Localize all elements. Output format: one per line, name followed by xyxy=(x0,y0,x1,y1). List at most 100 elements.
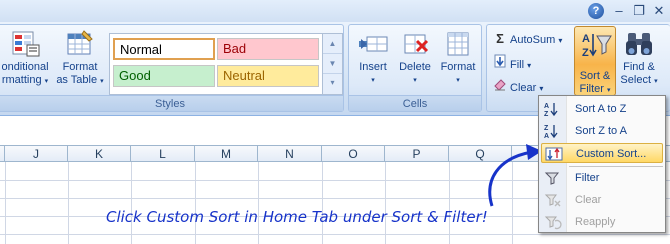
chevron-down-icon: ▾ xyxy=(527,61,532,70)
grid-line xyxy=(68,162,69,244)
delete-label: Delete xyxy=(399,61,431,73)
fill-button[interactable]: Fill ▾ xyxy=(493,54,532,73)
conditional-formatting-label-1: onditional xyxy=(1,61,49,73)
restore-button[interactable]: ❐ xyxy=(630,3,648,19)
grid-line xyxy=(449,162,450,244)
style-bad[interactable]: Bad xyxy=(217,38,319,60)
svg-text:A: A xyxy=(544,103,549,110)
menu-item-clear[interactable]: Clear xyxy=(541,190,663,210)
svg-text:A: A xyxy=(544,133,549,139)
scroll-down-icon[interactable]: ▼ xyxy=(323,54,342,74)
cells-group-label: Cells xyxy=(349,95,481,111)
menu-item-sort-z-to-a[interactable]: ZA Sort Z to A xyxy=(541,121,663,141)
menu-item-custom-sort[interactable]: Custom Sort... xyxy=(541,143,663,163)
column-header-j[interactable]: J xyxy=(5,146,68,162)
insert-cells-icon xyxy=(357,29,389,59)
style-normal[interactable]: Normal xyxy=(113,38,215,60)
chevron-down-icon: ▾ xyxy=(654,78,658,85)
insert-label: Insert xyxy=(359,61,387,73)
chevron-down-icon: ▾ xyxy=(539,84,544,93)
style-neutral[interactable]: Neutral xyxy=(217,65,319,87)
fill-label: Fill xyxy=(510,59,525,71)
menu-separator xyxy=(569,166,663,167)
format-as-table-label-1: Format xyxy=(62,61,98,73)
format-as-table-icon xyxy=(64,29,96,59)
style-good[interactable]: Good xyxy=(113,65,215,87)
chevron-down-icon: ▾ xyxy=(100,78,104,85)
gallery-scrollbar[interactable]: ▲ ▼ ▾ xyxy=(322,34,342,94)
help-button[interactable]: ? xyxy=(588,3,604,19)
minimize-button[interactable]: – xyxy=(610,3,628,19)
fill-down-icon xyxy=(493,54,507,73)
column-header-n[interactable]: N xyxy=(258,146,322,162)
column-header-k[interactable]: K xyxy=(68,146,131,162)
format-label: Format xyxy=(440,61,476,73)
clear-button[interactable]: Clear ▾ xyxy=(493,77,544,96)
clear-filter-icon xyxy=(543,192,563,208)
conditional-formatting-icon xyxy=(9,29,41,59)
menu-label: Custom Sort... xyxy=(576,148,647,160)
svg-text:A: A xyxy=(582,33,590,45)
column-header-p[interactable]: P xyxy=(385,146,449,162)
format-cells-icon xyxy=(442,29,474,59)
cell-styles-gallery: Normal Bad Good Neutral ▲ ▼ ▾ xyxy=(109,33,343,95)
autosum-icon: Σ xyxy=(496,31,504,46)
sort-ascending-icon: AZ xyxy=(543,101,563,118)
clear-label: Clear xyxy=(510,82,537,94)
grid-line xyxy=(131,162,132,244)
menu-item-filter[interactable]: Filter xyxy=(541,168,663,188)
grid-line xyxy=(195,162,196,244)
chevron-down-icon: ▾ xyxy=(607,87,611,94)
menu-label: Sort A to Z xyxy=(575,103,627,115)
column-header-m[interactable]: M xyxy=(195,146,258,162)
close-button[interactable]: ✕ xyxy=(650,3,668,19)
styles-group-label: Styles xyxy=(0,95,343,111)
format-as-table-label-2: as Table xyxy=(56,74,98,86)
column-header-l[interactable]: L xyxy=(131,146,195,162)
conditional-formatting-label-2: rmatting xyxy=(1,74,42,86)
insert-button[interactable]: Insert ▾ xyxy=(353,29,393,87)
find-select-label-1: Find & xyxy=(623,61,655,73)
title-strip: ? – ❐ ✕ xyxy=(0,0,670,24)
sort-filter-label-2: Filter xyxy=(579,83,604,95)
grid-line xyxy=(322,162,323,244)
find-select-label-2: Select xyxy=(620,74,651,86)
eraser-icon xyxy=(493,77,507,96)
reapply-icon xyxy=(543,214,563,230)
styles-group: onditional rmatting ▾ Format as Table ▾ xyxy=(0,24,344,112)
format-button[interactable]: Format ▾ xyxy=(437,29,479,87)
format-as-table-button[interactable]: Format as Table ▾ xyxy=(55,29,105,88)
column-header-o[interactable]: O xyxy=(322,146,385,162)
menu-item-reapply[interactable]: Reapply xyxy=(541,212,663,232)
menu-label: Sort Z to A xyxy=(575,125,627,137)
sort-filter-menu: AZ Sort A to Z ZA Sort Z to A Custom Sor… xyxy=(538,95,666,233)
custom-sort-icon xyxy=(544,146,564,162)
grid-line xyxy=(385,162,386,244)
delete-cells-icon xyxy=(399,29,431,59)
grid-line xyxy=(258,162,259,244)
scroll-up-icon[interactable]: ▲ xyxy=(323,34,342,54)
chevron-down-icon: ▾ xyxy=(456,77,460,84)
sort-filter-icon: A Z xyxy=(580,30,612,60)
autosum-label: AutoSum xyxy=(510,34,556,46)
gallery-more-icon[interactable]: ▾ xyxy=(323,74,342,92)
find-select-button[interactable]: Find & Select ▾ xyxy=(617,29,661,88)
chevron-down-icon: ▾ xyxy=(44,78,49,85)
autosum-button[interactable]: Σ AutoSum ▾ xyxy=(493,31,562,47)
binoculars-icon xyxy=(623,29,655,59)
chevron-down-icon: ▾ xyxy=(413,77,417,84)
cells-group: Insert ▾ Delete ▾ Format ▾ Cells xyxy=(348,24,482,112)
instruction-annotation: Click Custom Sort in Home Tab under Sort… xyxy=(106,208,488,226)
menu-label: Filter xyxy=(575,172,600,184)
svg-text:Z: Z xyxy=(544,111,549,117)
svg-text:Z: Z xyxy=(544,125,549,132)
sort-filter-button[interactable]: A Z Sort & Filter ▾ xyxy=(574,26,616,96)
filter-icon xyxy=(543,170,563,186)
grid-line xyxy=(5,162,6,244)
sort-descending-icon: ZA xyxy=(543,123,563,140)
grid-line xyxy=(0,234,670,235)
menu-label: Reapply xyxy=(575,216,616,228)
menu-item-sort-a-to-z[interactable]: AZ Sort A to Z xyxy=(541,99,663,119)
delete-button[interactable]: Delete ▾ xyxy=(395,29,435,87)
conditional-formatting-button[interactable]: onditional rmatting ▾ xyxy=(0,29,53,88)
